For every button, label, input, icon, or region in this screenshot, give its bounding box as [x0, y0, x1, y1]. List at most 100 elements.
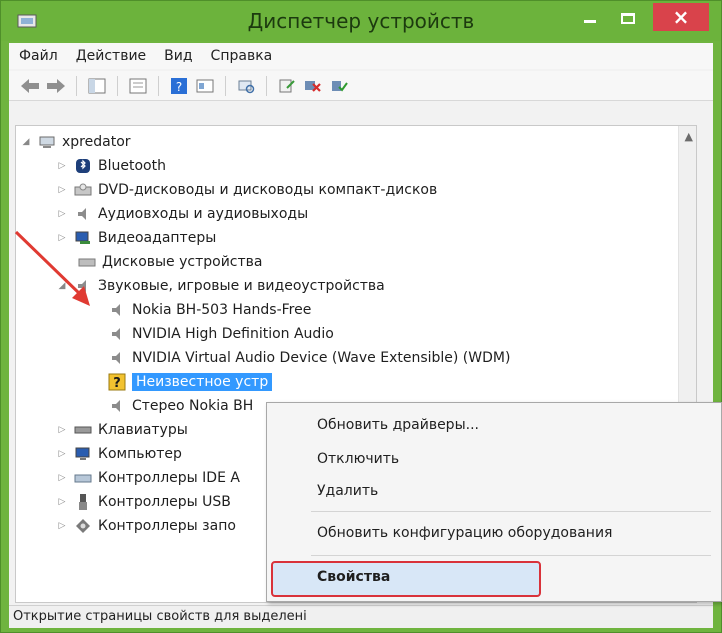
tree-label: Звуковые, игровые и видеоустройства — [98, 278, 385, 294]
properties-toolbar-button[interactable] — [127, 75, 149, 97]
forward-button[interactable] — [45, 75, 67, 97]
tree-node-bluetooth[interactable]: ▷ Bluetooth — [56, 154, 166, 178]
tree-label: Контроллеры USB — [98, 494, 231, 510]
enable-device-toolbar-button[interactable] — [328, 75, 350, 97]
tree-node-dvd[interactable]: ▷ DVD-дисководы и дисководы компакт-диск… — [56, 178, 438, 202]
expand-icon[interactable]: ▷ — [56, 521, 68, 531]
bluetooth-icon — [74, 157, 92, 175]
back-arrow-icon — [21, 78, 39, 93]
expand-icon[interactable]: ▷ — [56, 161, 68, 171]
dvd-drive-icon — [74, 181, 92, 199]
update-driver-icon — [279, 79, 295, 92]
computer-icon — [38, 133, 56, 151]
forward-arrow-icon — [47, 78, 65, 93]
tree-node-nokia-handsfree[interactable]: Nokia BH-503 Hands-Free — [108, 298, 311, 322]
tree-node-sound-devices[interactable]: ◢ Звуковые, игровые и видеоустройства — [56, 274, 385, 298]
context-separator — [311, 511, 711, 512]
speaker-icon — [108, 301, 126, 319]
tree-label: Клавиатуры — [98, 422, 188, 438]
toolbar-separator — [117, 75, 118, 96]
back-button[interactable] — [19, 75, 41, 97]
expand-icon[interactable]: ▷ — [56, 473, 68, 483]
help-icon: ? — [171, 77, 187, 94]
console-tree-icon — [88, 78, 106, 93]
ide-controller-icon — [74, 469, 92, 487]
usb-icon — [74, 493, 92, 511]
tree-node-computer[interactable]: ▷ Компьютер — [56, 442, 182, 466]
properties-icon — [129, 78, 147, 93]
expand-icon[interactable]: ▷ — [56, 497, 68, 507]
tree-node-usb-controllers[interactable]: ▷ Контроллеры USB — [56, 490, 231, 514]
uninstall-toolbar-button[interactable] — [302, 75, 324, 97]
tree-node-storage-controllers[interactable]: ▷ Контроллеры запо — [56, 514, 236, 538]
tree-node-audio-io[interactable]: ▷ Аудиовходы и аудиовыходы — [56, 202, 309, 226]
maximize-button[interactable] — [613, 5, 643, 31]
menu-help[interactable]: Справка — [211, 48, 273, 64]
show-hide-console-tree-button[interactable] — [86, 75, 108, 97]
speaker-icon — [108, 397, 126, 415]
speaker-icon — [108, 325, 126, 343]
tree-node-root[interactable]: ◢ xpredator — [20, 130, 131, 154]
context-menu: Обновить драйверы... Отключить Удалить О… — [266, 402, 722, 602]
tree-label: Видеоадаптеры — [98, 230, 217, 246]
update-driver-toolbar-button[interactable] — [276, 75, 298, 97]
keyboard-icon — [74, 421, 92, 439]
tree-label: NVIDIA Virtual Audio Device (Wave Extens… — [132, 350, 511, 366]
tree-node-keyboards[interactable]: ▷ Клавиатуры — [56, 418, 188, 442]
enable-device-icon — [332, 80, 348, 92]
tree-label: DVD-дисководы и дисководы компакт-дисков — [98, 182, 438, 198]
context-disable[interactable]: Отключить — [317, 451, 399, 467]
maximize-icon — [621, 12, 635, 24]
scroll-up-icon[interactable]: ▲ — [685, 130, 693, 143]
expand-icon[interactable]: ▷ — [56, 209, 68, 219]
tree-label: Дисковые устройства — [102, 254, 263, 270]
minimize-icon — [584, 19, 596, 23]
help-toolbar-button[interactable]: ? — [168, 75, 190, 97]
context-update-drivers[interactable]: Обновить драйверы... — [317, 417, 479, 433]
view-toolbar-button[interactable] — [194, 75, 216, 97]
tree-label: Компьютер — [98, 446, 182, 462]
menu-file[interactable]: Файл — [19, 48, 58, 64]
scan-hardware-icon — [238, 80, 255, 93]
tree-node-nvidia-virtual-audio[interactable]: NVIDIA Virtual Audio Device (Wave Extens… — [108, 346, 510, 370]
minimize-button[interactable] — [575, 5, 605, 31]
tree-label: NVIDIA High Definition Audio — [132, 326, 334, 342]
tree-node-unknown-device[interactable]: ? Неизвестное устр — [108, 370, 273, 394]
close-icon: × — [672, 5, 690, 29]
toolbar: ? — [9, 71, 713, 101]
tree-label: Контроллеры запо — [98, 518, 236, 534]
tree-node-nokia-stereo[interactable]: Стерео Nokia BH — [108, 394, 253, 418]
tree-node-ide-controllers[interactable]: ▷ Контроллеры IDE A — [56, 466, 240, 490]
storage-controller-icon — [74, 517, 92, 535]
menu-view[interactable]: Вид — [164, 48, 192, 64]
toolbar-separator — [76, 75, 77, 96]
expand-icon[interactable]: ▷ — [56, 185, 68, 195]
scan-hardware-toolbar-button[interactable] — [235, 75, 257, 97]
tree-label: Аудиовходы и аудиовыходы — [98, 206, 309, 222]
tree-label: Контроллеры IDE A — [98, 470, 240, 486]
context-properties[interactable]: Свойства — [317, 569, 390, 585]
toolbar-separator — [158, 75, 159, 96]
title-bar[interactable]: Диспетчер устройств × — [1, 1, 721, 41]
expand-icon[interactable]: ▷ — [56, 425, 68, 435]
tree-label: xpredator — [62, 134, 131, 150]
expand-icon[interactable]: ▷ — [56, 449, 68, 459]
toolbar-separator — [266, 75, 267, 96]
view-icon — [196, 79, 214, 92]
unknown-device-warning-icon: ? — [108, 373, 126, 391]
context-uninstall[interactable]: Удалить — [317, 483, 378, 499]
collapse-icon[interactable]: ◢ — [20, 137, 32, 147]
speaker-icon — [108, 349, 126, 367]
tree-node-disk-drives[interactable]: Дисковые устройства — [78, 250, 263, 274]
context-scan-hardware-changes[interactable]: Обновить конфигурацию оборудования — [317, 525, 612, 541]
tree-label: Неизвестное устр — [132, 373, 273, 391]
speaker-icon — [74, 205, 92, 223]
properties-highlight-box — [271, 561, 541, 597]
svg-text:?: ? — [176, 80, 182, 94]
menu-action[interactable]: Действие — [76, 48, 146, 64]
close-button[interactable]: × — [653, 3, 709, 31]
computer-icon — [74, 445, 92, 463]
tree-node-nvidia-hd-audio[interactable]: NVIDIA High Definition Audio — [108, 322, 334, 346]
red-annotation-arrow — [14, 230, 90, 306]
tree-label: Стерео Nokia BH — [132, 398, 254, 414]
